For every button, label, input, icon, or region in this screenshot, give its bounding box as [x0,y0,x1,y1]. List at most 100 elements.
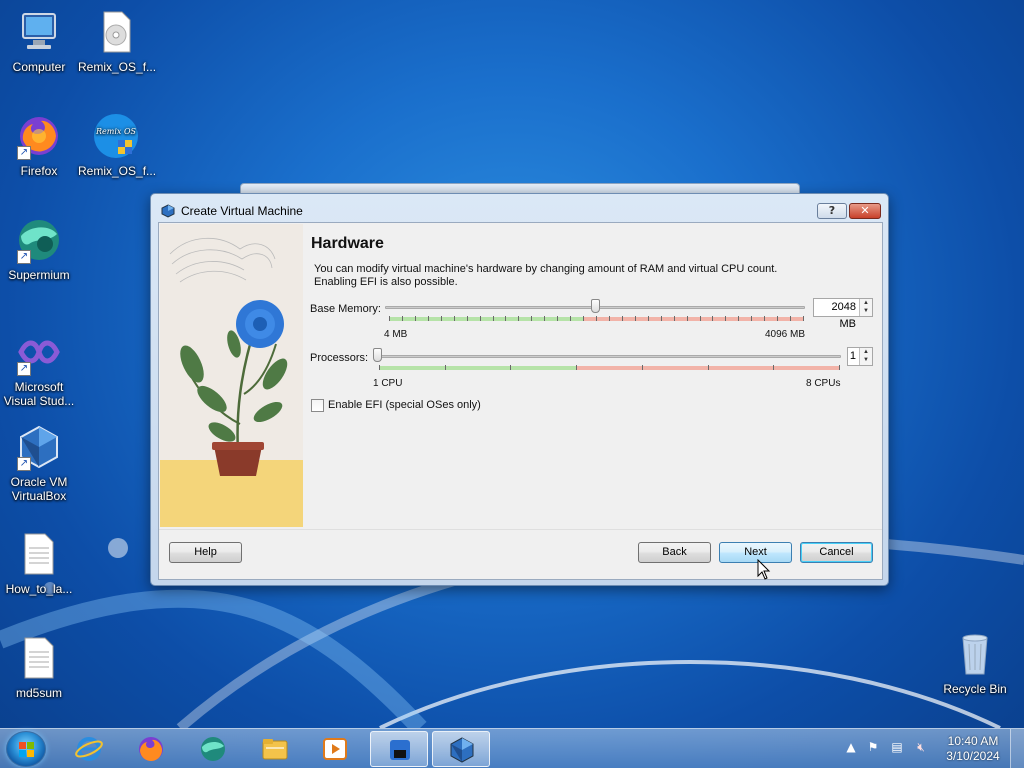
desktop-icon-remix-exe[interactable]: Remix OS Remix_OS_f... [78,112,157,178]
scale-tick [803,316,804,321]
clock-date: 3/10/2024 [946,749,1000,763]
scale-tick [493,316,494,321]
scale-tick [648,316,649,321]
processors-scale [379,365,840,371]
scale-tick [687,316,688,321]
spin-down-icon[interactable]: ▼ [860,356,872,364]
text-document-icon [15,530,63,578]
scale-tick [518,316,519,321]
virtualbox-icon [450,737,474,763]
desktop-icon-label: Firefox [20,164,58,178]
processors-slider-thumb[interactable] [373,348,382,362]
taskbar-item-firefox[interactable] [122,731,180,767]
remix-os-icon: Remix OS [92,112,140,160]
desktop-icon-label: Remix_OS_f... [78,164,157,178]
action-center-flag-icon[interactable]: ⚑ [865,739,881,755]
clock-time: 10:40 AM [947,734,999,748]
dialog-titlebar[interactable]: Create Virtual Machine ? ✕ [151,194,888,224]
scale-tick [531,316,532,321]
desktop-icon-recycle-bin[interactable]: Recycle Bin [937,630,1013,696]
taskbar-item-media-player[interactable] [306,731,364,767]
spin-down-icon[interactable]: ▼ [860,307,872,315]
scale-tick [480,316,481,321]
app-window-icon [390,740,410,760]
desktop-icon-supermium[interactable]: ↗ Supermium [1,216,77,282]
text-document-icon [15,634,63,682]
base-memory-scale [389,316,804,322]
base-memory-spinbox[interactable]: 2048 MB ▲ ▼ [813,298,873,330]
desktop-icon-remix-iso[interactable]: Remix_OS_f... [78,8,157,74]
scale-tick [570,316,571,321]
clock[interactable]: 10:40 AM 3/10/2024 [942,734,1004,764]
base-memory-max-label: 4096 MB [765,329,806,340]
scale-tick [790,316,791,321]
scale-tick [544,316,545,321]
scale-tick [583,316,584,321]
scale-tick [712,316,713,321]
desktop-icon-visual-studio[interactable]: ↗ Microsoft Visual Stud... [1,328,77,408]
enable-efi-label[interactable]: Enable EFI (special OSes only) [328,399,481,411]
taskbar-item-supermium[interactable] [184,731,242,767]
scale-tick [635,316,636,321]
network-icon[interactable]: ▤ [889,739,905,755]
desktop-icon-firefox[interactable]: ↗ Firefox [1,112,77,178]
scale-tick [725,316,726,321]
page-description: You can modify virtual machine's hardwar… [314,263,814,289]
recycle-bin-icon [951,630,999,678]
scale-tick [609,316,610,321]
processors-slider-track[interactable] [377,355,841,358]
scale-tick [454,316,455,321]
dialog-button-bar: Help Back Next Cancel [159,529,882,579]
show-desktop-button[interactable] [1010,729,1024,768]
description-line: Enabling EFI is also possible. [314,276,458,288]
virtualbox-icon: ↗ [15,423,63,471]
scale-tick [576,365,577,370]
base-memory-value: 2048 MB [831,301,856,330]
start-button[interactable] [6,731,46,767]
scale-tick [505,316,506,321]
spin-arrows[interactable]: ▲ ▼ [859,299,872,316]
scale-tick [445,365,446,370]
desktop-icon-howto[interactable]: How_to_la... [1,530,77,596]
system-tray: ▲ ⚑ ▤ 🔇︎ [843,737,943,761]
create-vm-dialog: Create Virtual Machine ? ✕ Hardware You … [150,193,889,586]
enable-efi-checkbox[interactable] [311,399,324,412]
file-explorer-icon [262,739,288,760]
taskbar-item-virtualbox[interactable] [432,731,490,767]
titlebar-help-button[interactable]: ? [817,203,847,219]
taskbar-item-ie[interactable] [60,731,118,767]
cancel-button[interactable]: Cancel [800,542,873,563]
supermium-icon [201,737,225,761]
internet-explorer-icon [75,737,103,761]
processors-spinbox[interactable]: 1 ▲ ▼ [847,347,873,366]
tray-expand-icon[interactable]: ▲ [843,739,859,755]
desktop-icon-label: Remix_OS_f... [78,60,157,74]
spin-up-icon[interactable]: ▲ [860,299,872,307]
processors-max-label: 8 CPUs [806,378,841,389]
desktop-icon-label: Oracle VM VirtualBox [10,475,68,503]
taskbar-item-explorer[interactable] [246,731,304,767]
processors-label: Processors: [310,352,369,364]
shortcut-arrow-icon: ↗ [17,250,31,264]
scale-tick [441,316,442,321]
scale-excessive-range [583,317,803,321]
help-button[interactable]: Help [169,542,242,563]
desktop-icon-virtualbox[interactable]: ↗ Oracle VM VirtualBox [1,423,77,503]
spin-arrows[interactable]: ▲ ▼ [859,348,872,365]
shortcut-arrow-icon: ↗ [17,362,31,376]
spin-up-icon[interactable]: ▲ [860,348,872,356]
wizard-illustration [160,224,303,527]
base-memory-slider-thumb[interactable] [591,299,600,313]
description-line: You can modify virtual machine's hardwar… [314,263,778,275]
desktop-icon-md5sum[interactable]: md5sum [1,634,77,700]
desktop-icon-label: Recycle Bin [943,682,1007,696]
desktop-icon-computer[interactable]: Computer [1,8,77,74]
volume-muted-icon[interactable]: 🔇︎ [913,739,929,755]
titlebar-close-button[interactable]: ✕ [849,203,881,219]
taskbar-item-app[interactable] [370,731,428,767]
scale-tick [557,316,558,321]
processors-min-label: 1 CPU [373,378,403,389]
next-button[interactable]: Next [719,542,792,563]
back-button[interactable]: Back [638,542,711,563]
scale-tick [402,316,403,321]
